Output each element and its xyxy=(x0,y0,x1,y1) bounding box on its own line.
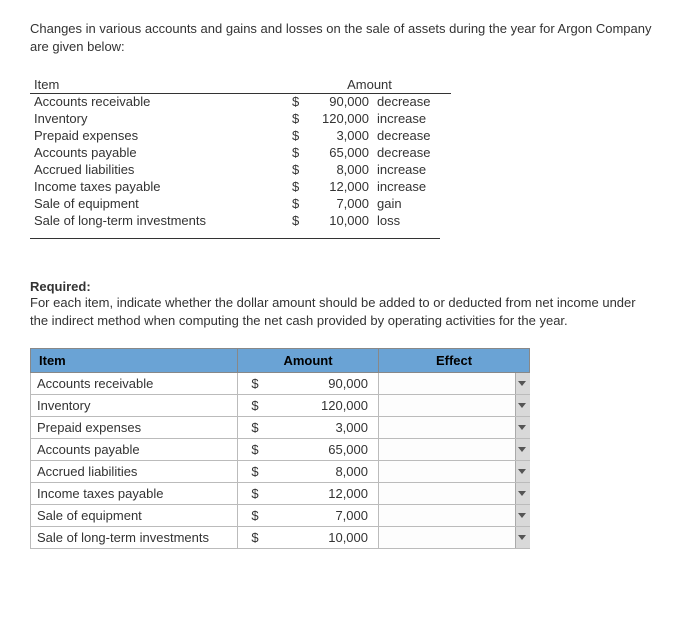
given-table-rule xyxy=(30,238,440,239)
given-direction: increase xyxy=(373,179,451,196)
dollar-sign: $ xyxy=(288,128,310,145)
given-value: 10,000 xyxy=(310,213,373,230)
intro-text: Changes in various accounts and gains an… xyxy=(30,20,657,56)
answer-header-item: Item xyxy=(31,348,238,372)
dollar-sign: $ xyxy=(288,145,310,162)
given-value: 3,000 xyxy=(310,128,373,145)
given-value: 12,000 xyxy=(310,179,373,196)
given-value: 90,000 xyxy=(310,94,373,111)
dollar-sign: $ xyxy=(288,162,310,179)
answer-value: 8,000 xyxy=(272,460,379,482)
dollar-sign: $ xyxy=(288,196,310,213)
answer-item: Sale of long-term investments xyxy=(31,526,238,548)
answer-item: Prepaid expenses xyxy=(31,416,238,438)
effect-select[interactable] xyxy=(379,483,529,504)
answer-row: Sale of long-term investments$10,000 xyxy=(31,526,530,548)
effect-select[interactable] xyxy=(379,527,529,548)
answer-value: 65,000 xyxy=(272,438,379,460)
answer-value: 90,000 xyxy=(272,372,379,394)
given-row: Prepaid expenses$3,000decrease xyxy=(30,128,451,145)
given-item: Sale of equipment xyxy=(30,196,288,213)
dollar-sign: $ xyxy=(288,94,310,111)
dollar-sign: $ xyxy=(288,111,310,128)
answer-header-effect: Effect xyxy=(379,348,530,372)
dollar-sign: $ xyxy=(238,526,273,548)
given-direction: gain xyxy=(373,196,451,213)
given-item: Accrued liabilities xyxy=(30,162,288,179)
given-direction: increase xyxy=(373,111,451,128)
answer-item: Accrued liabilities xyxy=(31,460,238,482)
answer-header-amount: Amount xyxy=(238,348,379,372)
given-direction: decrease xyxy=(373,94,451,111)
given-value: 7,000 xyxy=(310,196,373,213)
answer-value: 10,000 xyxy=(272,526,379,548)
given-item: Income taxes payable xyxy=(30,179,288,196)
effect-select[interactable] xyxy=(379,417,529,438)
given-direction: decrease xyxy=(373,128,451,145)
answer-value: 12,000 xyxy=(272,482,379,504)
given-direction: increase xyxy=(373,162,451,179)
given-item: Sale of long-term investments xyxy=(30,213,288,230)
answer-row: Accrued liabilities$8,000 xyxy=(31,460,530,482)
answer-row: Sale of equipment$7,000 xyxy=(31,504,530,526)
answer-item: Income taxes payable xyxy=(31,482,238,504)
given-row: Sale of long-term investments$10,000loss xyxy=(30,213,451,230)
dollar-sign: $ xyxy=(238,394,273,416)
required-heading: Required: xyxy=(30,279,657,294)
given-row: Inventory$120,000increase xyxy=(30,111,451,128)
dollar-sign: $ xyxy=(238,438,273,460)
answer-value: 120,000 xyxy=(272,394,379,416)
dollar-sign: $ xyxy=(238,504,273,526)
dollar-sign: $ xyxy=(288,179,310,196)
given-row: Accrued liabilities$8,000increase xyxy=(30,162,451,179)
given-value: 120,000 xyxy=(310,111,373,128)
dollar-sign: $ xyxy=(238,372,273,394)
effect-select[interactable] xyxy=(379,439,529,460)
given-row: Income taxes payable$12,000increase xyxy=(30,179,451,196)
given-item: Accounts payable xyxy=(30,145,288,162)
given-direction: decrease xyxy=(373,145,451,162)
dollar-sign: $ xyxy=(238,482,273,504)
effect-select[interactable] xyxy=(379,461,529,482)
answer-row: Income taxes payable$12,000 xyxy=(31,482,530,504)
answer-item: Inventory xyxy=(31,394,238,416)
answer-item: Accounts payable xyxy=(31,438,238,460)
answer-table: Item Amount Effect Accounts receivable$9… xyxy=(30,348,530,549)
dollar-sign: $ xyxy=(238,416,273,438)
effect-select[interactable] xyxy=(379,373,529,394)
answer-row: Accounts payable$65,000 xyxy=(31,438,530,460)
answer-row: Inventory$120,000 xyxy=(31,394,530,416)
required-text: For each item, indicate whether the doll… xyxy=(30,294,657,330)
given-direction: loss xyxy=(373,213,451,230)
answer-value: 7,000 xyxy=(272,504,379,526)
effect-select[interactable] xyxy=(379,505,529,526)
dollar-sign: $ xyxy=(288,213,310,230)
given-header-item: Item xyxy=(30,76,288,94)
answer-row: Accounts receivable$90,000 xyxy=(31,372,530,394)
answer-item: Sale of equipment xyxy=(31,504,238,526)
given-item: Accounts receivable xyxy=(30,94,288,111)
answer-value: 3,000 xyxy=(272,416,379,438)
answer-row: Prepaid expenses$3,000 xyxy=(31,416,530,438)
given-row: Accounts payable$65,000decrease xyxy=(30,145,451,162)
dollar-sign: $ xyxy=(238,460,273,482)
effect-select[interactable] xyxy=(379,395,529,416)
given-row: Sale of equipment$7,000gain xyxy=(30,196,451,213)
given-header-amount: Amount xyxy=(288,76,451,94)
given-table: Item Amount Accounts receivable$90,000de… xyxy=(30,76,451,229)
answer-item: Accounts receivable xyxy=(31,372,238,394)
given-item: Inventory xyxy=(30,111,288,128)
given-value: 65,000 xyxy=(310,145,373,162)
given-item: Prepaid expenses xyxy=(30,128,288,145)
given-row: Accounts receivable$90,000decrease xyxy=(30,94,451,111)
given-value: 8,000 xyxy=(310,162,373,179)
